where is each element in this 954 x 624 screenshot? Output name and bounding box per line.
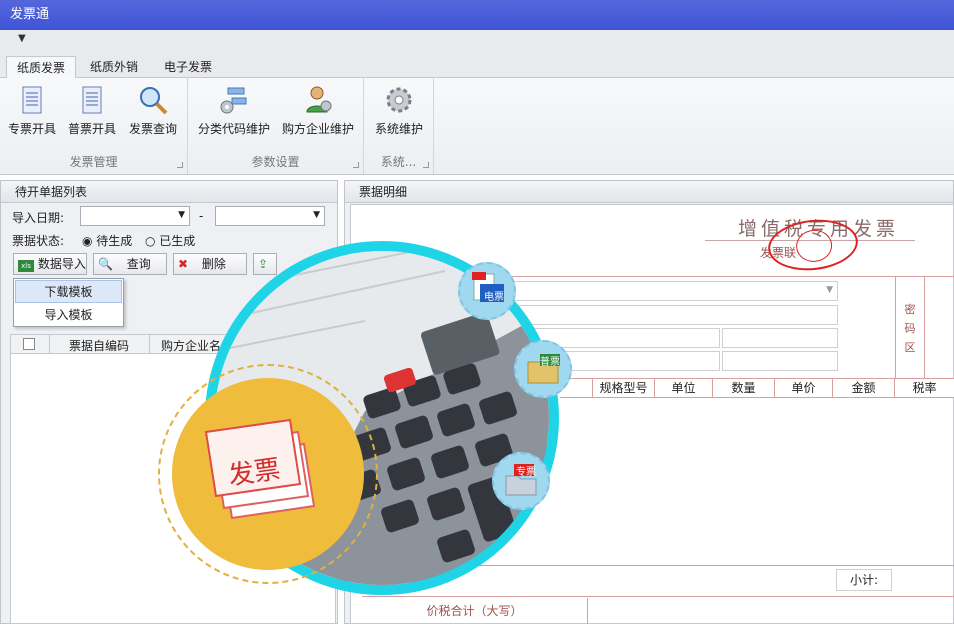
export-button[interactable]: ⇪ [253,253,277,275]
menu-item-download-template[interactable]: 下载模板 [15,280,122,303]
query-label: 查询 [126,257,151,271]
system-maintenance-label: 系统维护 [374,122,423,136]
radio-pending[interactable]: ◉ 待生成 [82,232,132,249]
category-gear-icon [220,87,247,114]
normal-invoice-label: 普票开具 [67,122,116,136]
ribbon-tabs: 纸质发票 纸质外销 电子发票 [0,54,954,79]
radio-generated-label: 已生成 [159,234,196,248]
document-icon [22,86,42,114]
buyer-phone-field[interactable] [722,328,838,348]
normal-invoice-badge: 普票 [514,340,572,398]
quick-access-dropdown-icon[interactable]: ▼ [18,33,26,44]
item-columns-header: 规格型号 单位 数量 单价 金额 税率 [560,378,954,398]
special-invoice-badge: 专票 [492,452,550,510]
date-from-combo[interactable]: ▼ [80,206,190,226]
import-date-label: 导入日期: [12,211,65,225]
password-area-label: 密码区 [904,303,916,354]
data-import-label: 数据导入 [37,257,86,271]
export-icon: ⇪ [258,257,269,271]
document-icon [82,86,102,114]
ribbon-group-system: 系统维护 系统... [364,78,434,174]
user-gear-icon [306,86,332,113]
col-unit: 单位 [654,379,712,398]
e-invoice-badge: 电票 [458,262,516,320]
ribbon-group-parameter-settings: 分类代码维护 购方企业维护 参数设置 [188,78,364,174]
special-invoice-label: 专票开具 [7,122,56,136]
ribbon-group-label: 参数设置 [251,155,300,169]
buyer-name-combo[interactable]: ▼ [500,281,838,301]
radio-generated[interactable]: ○ 已生成 [145,232,195,249]
tab-paper-export[interactable]: 纸质外销 [80,56,148,79]
e-invoice-badge-label: 电票 [484,292,504,303]
quick-access-toolbar: ▼ [0,30,954,54]
chevron-down-icon: ▼ [826,285,833,295]
col-price: 单价 [774,379,832,398]
radio-pending-label: 待生成 [96,234,133,248]
buyer-company-label: 购方企业维护 [281,122,354,136]
magnifier-icon: 🔍 [98,257,113,271]
select-all-checkbox[interactable] [23,338,35,350]
category-code-label: 分类代码维护 [197,122,270,136]
subtotal-label: 小计: [836,569,892,591]
import-dropdown-menu: 下载模板 导入模板 [13,278,124,327]
col-amount: 金额 [832,379,894,398]
excel-icon: xls [18,260,34,272]
magnifier-icon [140,87,168,115]
system-maintenance-button[interactable]: 系统维护 [372,84,426,137]
app-window: 发票通 ▼ 纸质发票 纸质外销 电子发票 专票开具 普票开具 发票查询 发票管理 [0,0,954,624]
group-launcher-icon[interactable] [423,162,429,168]
normal-invoice-button[interactable]: 普票开具 [66,84,118,137]
invoice-badge-text: 发票 [226,454,283,492]
tab-paper-invoice[interactable]: 纸质发票 [6,56,77,79]
invoice-badge: 发票 [172,378,364,570]
delete-x-icon: ✖ [178,257,189,271]
chevron-down-icon: ▼ [178,210,185,220]
special-invoice-badge-label: 专票 [516,467,536,478]
col-header-code[interactable]: 票据自编码 [69,337,129,354]
special-invoice-button[interactable]: 专票开具 [6,84,58,137]
invoice-query-label: 发票查询 [128,122,177,136]
invoice-subtitle: 发票联 [760,246,797,260]
gear-icon [386,87,412,113]
delete-label: 删除 [201,257,226,271]
date-separator: - [199,209,204,223]
group-launcher-icon[interactable] [353,162,359,168]
category-code-button[interactable]: 分类代码维护 [196,84,272,137]
col-taxrate: 税率 [894,379,954,398]
buyer-account-field[interactable] [722,351,838,371]
total-caption: 价税合计（大写） [362,598,588,624]
status-label: 票据状态: [12,234,65,248]
panel-header: 票据明细 [345,181,953,203]
col-spec: 规格型号 [592,379,654,398]
col-qty: 数量 [712,379,774,398]
invoice-query-button[interactable]: 发票查询 [126,84,180,137]
query-button[interactable]: 🔍 查询 [93,253,167,275]
tab-electronic-invoice[interactable]: 电子发票 [154,56,222,79]
ribbon-group-invoice-management: 专票开具 普票开具 发票查询 发票管理 [0,78,188,174]
data-import-button[interactable]: xls 数据导入 [13,253,87,275]
normal-invoice-badge-label: 普票 [540,357,560,368]
buyer-taxid-field[interactable] [500,305,838,325]
menu-item-import-template[interactable]: 导入模板 [14,304,123,327]
ribbon-group-label: 发票管理 [69,155,118,169]
date-to-combo[interactable]: ▼ [215,206,325,226]
title-bar: 发票通 [0,0,954,30]
delete-button[interactable]: ✖ 删除 [173,253,247,275]
app-title: 发票通 [10,7,50,22]
chevron-down-icon: ▼ [313,210,320,220]
buyer-company-button[interactable]: 购方企业维护 [280,84,356,137]
col-header-buyer[interactable]: 购方企业名 [161,337,221,354]
group-launcher-icon[interactable] [177,162,183,168]
ribbon: 专票开具 普票开具 发票查询 发票管理 分类代码维护 购方企业维护 参数设置 系… [0,78,954,175]
panel-header: 待开单据列表 [1,181,337,203]
folder-invoice-icon [527,354,560,384]
